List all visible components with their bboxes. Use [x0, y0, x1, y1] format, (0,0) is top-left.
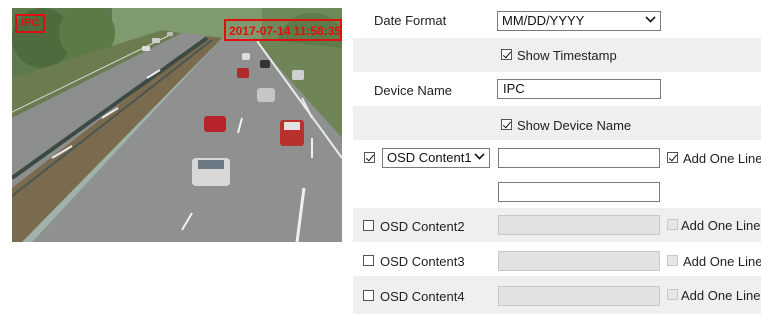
osd-content1-add-line-checkbox[interactable] [667, 152, 678, 163]
osd-device-name-overlay[interactable]: IPC [15, 14, 45, 33]
osd-content4-label: OSD Content4 [380, 289, 465, 304]
osd-content4-input[interactable] [498, 286, 660, 306]
row-show-device-name: Show Device Name [353, 106, 761, 140]
show-device-name-checkbox[interactable] [501, 119, 512, 130]
osd-content3-checkbox[interactable] [363, 255, 374, 266]
osd-content1-add-line-label: Add One Line [683, 151, 761, 166]
show-timestamp-checkbox[interactable] [501, 49, 512, 60]
osd-content3-label: OSD Content3 [380, 254, 465, 269]
osd-content2-checkbox[interactable] [363, 220, 374, 231]
camera-preview: IPC 2017-07-14 11:58:35 [12, 8, 342, 242]
osd-content2-add-line-checkbox[interactable] [667, 219, 678, 230]
osd-content1-input[interactable] [498, 148, 660, 168]
row-osd-content2: OSD Content2 Add One Line [353, 208, 761, 242]
osd-content4-add-line-checkbox[interactable] [667, 289, 678, 300]
osd-timestamp-overlay[interactable]: 2017-07-14 11:58:35 [224, 19, 342, 41]
date-format-value: MM/DD/YYYY [502, 13, 585, 28]
osd-content3-add-line-checkbox[interactable] [667, 255, 678, 266]
show-timestamp-label: Show Timestamp [517, 48, 617, 63]
device-name-input[interactable]: IPC [497, 79, 661, 99]
device-name-label: Device Name [374, 83, 453, 98]
osd-content2-input[interactable] [498, 215, 660, 235]
date-format-select[interactable]: MM/DD/YYYY [497, 11, 661, 31]
osd-content1-select[interactable]: OSD Content1 [382, 148, 490, 168]
highway-scene-image [12, 8, 342, 242]
osd-content2-add-line-label: Add One Line [681, 218, 761, 233]
osd-content1-checkbox[interactable] [364, 152, 375, 163]
date-format-label: Date Format [374, 13, 447, 28]
osd-content3-add-line-label: Add One Line [683, 254, 761, 269]
chevron-down-icon [474, 149, 485, 160]
chevron-down-icon [645, 12, 656, 23]
osd-content1-second-line-input[interactable] [498, 182, 660, 202]
row-osd-content4: OSD Content4 Add One Line [353, 276, 761, 314]
row-date-format: Date Format MM/DD/YYYY [353, 4, 761, 38]
osd-content4-checkbox[interactable] [363, 290, 374, 301]
row-device-name: Device Name IPC [353, 72, 761, 106]
osd-content3-input[interactable] [498, 251, 660, 271]
row-osd-content1: OSD Content1 Add One Line [353, 140, 761, 208]
osd-content2-label: OSD Content2 [380, 219, 465, 234]
row-show-timestamp: Show Timestamp [353, 38, 761, 72]
show-device-name-label: Show Device Name [517, 118, 632, 133]
osd-content4-add-line-label: Add One Line [681, 288, 761, 303]
row-osd-content3: OSD Content3 Add One Line [353, 242, 761, 276]
osd-content1-select-value: OSD Content1 [387, 150, 472, 165]
